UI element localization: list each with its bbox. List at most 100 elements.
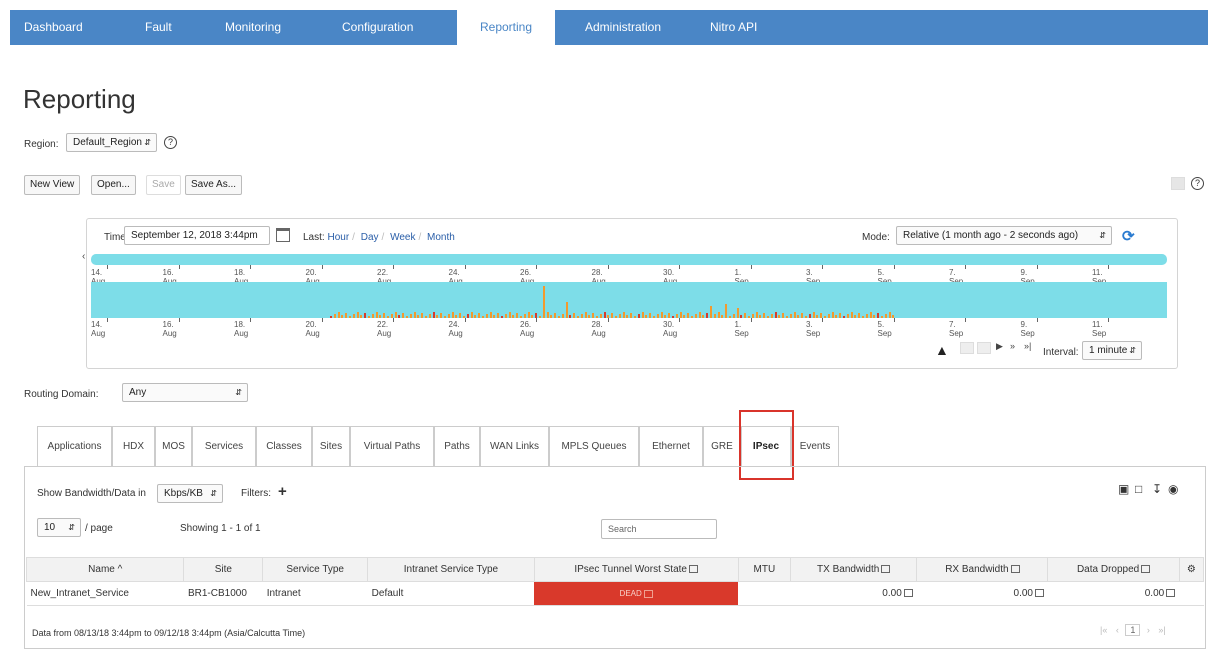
tab-paths[interactable]: Paths bbox=[434, 426, 480, 466]
tab-virtual-paths[interactable]: Virtual Paths bbox=[350, 426, 434, 466]
mode-value: Relative (1 month ago - 2 seconds ago) bbox=[903, 230, 1079, 241]
detail-icon[interactable] bbox=[903, 589, 913, 598]
bandwidth-unit-select[interactable]: Kbps/KB ⇵ bbox=[157, 484, 223, 503]
help-icon-2[interactable]: ? bbox=[1191, 177, 1204, 190]
activity-bar bbox=[865, 314, 868, 318]
activity-bar bbox=[782, 313, 785, 318]
axis-label: 5. Sep bbox=[877, 320, 892, 338]
tab-sites[interactable]: Sites bbox=[312, 426, 350, 466]
nav-tab-administration[interactable]: Administration bbox=[585, 10, 680, 45]
activity-bar bbox=[573, 313, 576, 318]
per-page-select[interactable]: 10 ⇵ bbox=[37, 518, 81, 537]
header-data-dropped[interactable]: Data Dropped bbox=[1047, 557, 1180, 582]
skip-end-icon[interactable]: »| bbox=[1024, 341, 1031, 351]
routing-domain-select[interactable]: Any ⇵ bbox=[122, 383, 248, 402]
save-icon[interactable]: ▣ bbox=[1118, 482, 1129, 496]
axis-label: 24. Aug bbox=[448, 320, 463, 338]
detail-icon[interactable] bbox=[1034, 589, 1044, 598]
play-icon[interactable]: ▶ bbox=[996, 341, 1003, 352]
column-icon bbox=[688, 565, 698, 574]
activity-bar bbox=[470, 312, 473, 318]
column-settings[interactable]: ⚙ bbox=[1178, 557, 1205, 582]
nav-tab-configuration[interactable]: Configuration bbox=[342, 10, 432, 45]
first-page-icon[interactable]: |« bbox=[1100, 625, 1107, 635]
axis-tick bbox=[178, 318, 180, 322]
activity-bar bbox=[660, 312, 663, 318]
header-site[interactable]: Site bbox=[183, 557, 264, 582]
tab-events[interactable]: Events bbox=[791, 426, 839, 466]
nav-tab-nitro-api[interactable]: Nitro API bbox=[710, 10, 780, 45]
current-page[interactable]: 1 bbox=[1125, 624, 1141, 636]
tab-gre[interactable]: GRE bbox=[703, 426, 741, 466]
scroll-left-icon[interactable]: ‹ bbox=[82, 251, 85, 262]
export-icon[interactable] bbox=[1171, 177, 1185, 190]
axis-tick bbox=[965, 318, 966, 322]
header-ipsec-tunnel-worst-state[interactable]: IPsec Tunnel Worst State bbox=[533, 557, 739, 582]
nav-tab-reporting[interactable]: Reporting bbox=[457, 10, 555, 45]
gear-icon[interactable]: ⚙ bbox=[1187, 564, 1196, 575]
calendar-icon[interactable] bbox=[276, 228, 290, 242]
tab-classes[interactable]: Classes bbox=[256, 426, 312, 466]
tab-mpls-queues[interactable]: MPLS Queues bbox=[549, 426, 639, 466]
region-value: Default_Region bbox=[73, 137, 142, 148]
timeline-navigator[interactable] bbox=[91, 254, 1167, 265]
activity-bar bbox=[546, 312, 549, 318]
axis-tick bbox=[250, 318, 251, 322]
axis-label: 18. Aug bbox=[234, 320, 249, 338]
add-filter-icon[interactable]: + bbox=[278, 483, 287, 500]
quick-month-link[interactable]: Month bbox=[427, 232, 455, 243]
refresh-icon[interactable]: ⟳ bbox=[1122, 227, 1135, 245]
tab-wan-links[interactable]: WAN Links bbox=[480, 426, 549, 466]
mode-select[interactable]: Relative (1 month ago - 2 seconds ago) ⇵ bbox=[896, 226, 1112, 245]
fast-forward-icon[interactable]: » bbox=[1010, 341, 1015, 351]
prev-page-icon[interactable]: ‹ bbox=[1116, 625, 1119, 635]
detail-icon[interactable] bbox=[1166, 589, 1176, 598]
tab-applications[interactable]: Applications bbox=[37, 426, 112, 466]
activity-bar bbox=[345, 313, 348, 318]
last-page-icon[interactable]: »| bbox=[1158, 625, 1165, 635]
activity-bar bbox=[330, 316, 332, 318]
filters-label: Filters: bbox=[241, 488, 271, 499]
table-row[interactable]: New_Intranet_Service BR1-CB1000 Intranet… bbox=[26, 581, 1204, 606]
activity-bar bbox=[824, 316, 826, 318]
activity-bar bbox=[672, 316, 674, 318]
axis-tick bbox=[107, 318, 108, 322]
cell-rx-bandwidth: 0.00 bbox=[916, 581, 1048, 606]
header-name[interactable]: Name ^ bbox=[25, 557, 185, 582]
activity-bar bbox=[694, 314, 697, 318]
nav-tab-dashboard[interactable]: Dashboard bbox=[24, 10, 104, 45]
new-view-button[interactable]: New View bbox=[24, 175, 81, 195]
activity-bar bbox=[440, 313, 443, 318]
quick-hour-link[interactable]: Hour bbox=[327, 232, 349, 243]
header-intranet-service-type[interactable]: Intranet Service Type bbox=[367, 557, 535, 582]
header-tx-bandwidth[interactable]: TX Bandwidth bbox=[790, 557, 918, 582]
download-icon[interactable]: ↧ bbox=[1152, 482, 1162, 496]
header-mtu[interactable]: MTU bbox=[737, 557, 792, 582]
tab-mos[interactable]: MOS bbox=[155, 426, 192, 466]
tab-services[interactable]: Services bbox=[192, 426, 256, 466]
save-as-button[interactable]: Save As... bbox=[185, 175, 243, 195]
globe-icon[interactable]: ◉ bbox=[1168, 482, 1178, 496]
open-button[interactable]: Open... bbox=[91, 175, 136, 195]
header-rx-bandwidth[interactable]: RX Bandwidth bbox=[916, 557, 1049, 582]
header-ipsec-label: IPsec Tunnel Worst State bbox=[574, 564, 687, 575]
nav-tab-monitoring[interactable]: Monitoring bbox=[225, 10, 305, 45]
tab-hdx[interactable]: HDX bbox=[112, 426, 155, 466]
search-input[interactable]: Search bbox=[601, 519, 717, 539]
quick-day-link[interactable]: Day bbox=[361, 232, 379, 243]
header-service-type[interactable]: Service Type bbox=[262, 557, 369, 582]
quick-range: Last: Hour / Day / Week / Month bbox=[303, 232, 455, 243]
next-page-icon[interactable]: › bbox=[1147, 625, 1150, 635]
timeline-chart[interactable] bbox=[91, 282, 1167, 318]
tx-value: 0.00 bbox=[882, 588, 902, 599]
status-icon bbox=[643, 589, 653, 598]
quick-week-link[interactable]: Week bbox=[390, 232, 415, 243]
time-input[interactable]: September 12, 2018 3:44pm bbox=[124, 226, 270, 245]
region-select[interactable]: Default_Region ⇵ bbox=[66, 133, 157, 152]
cell-service-type: Intranet bbox=[262, 581, 368, 606]
help-icon[interactable]: ? bbox=[164, 136, 177, 149]
share-icon[interactable]: □ bbox=[1135, 482, 1142, 496]
tab-ethernet[interactable]: Ethernet bbox=[639, 426, 703, 466]
interval-select[interactable]: 1 minute ⇵ bbox=[1082, 341, 1142, 360]
nav-tab-fault[interactable]: Fault bbox=[145, 10, 195, 45]
